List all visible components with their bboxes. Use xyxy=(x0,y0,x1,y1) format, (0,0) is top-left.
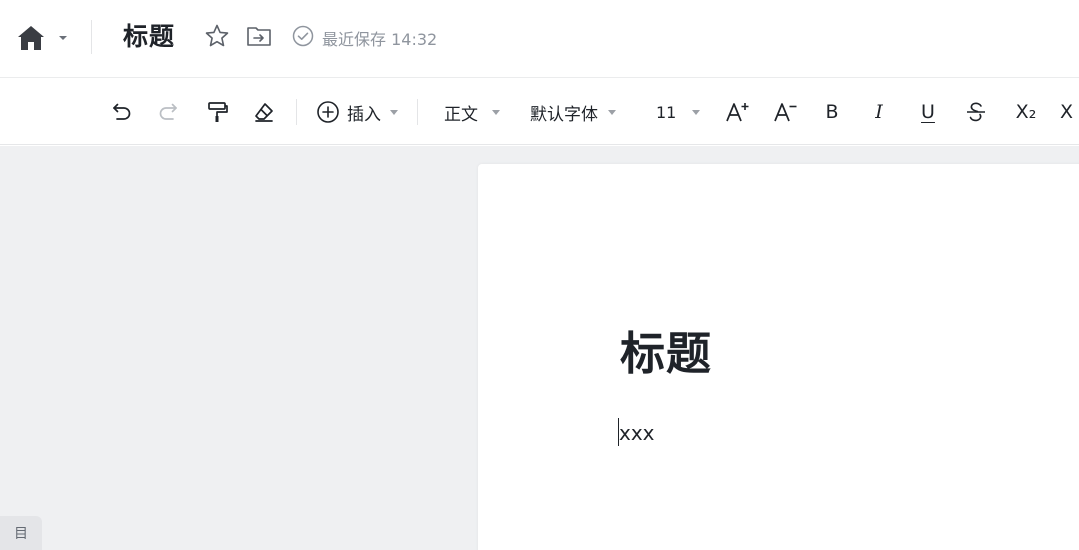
paragraph-style-dropdown[interactable]: 正文 xyxy=(444,97,510,127)
redo-button[interactable] xyxy=(154,97,184,127)
font-family-dropdown[interactable]: 默认字体 xyxy=(530,97,630,127)
increase-font-size-button[interactable] xyxy=(724,97,752,127)
outline-label: 目 xyxy=(14,526,28,542)
underline-label: U xyxy=(921,101,935,123)
font-size-dropdown[interactable]: 11 xyxy=(656,97,706,127)
document-heading[interactable]: 标题 xyxy=(620,324,712,384)
saved-check-icon xyxy=(292,25,314,51)
title-divider xyxy=(91,20,92,54)
toolbar-separator xyxy=(417,99,418,125)
strikethrough-button[interactable] xyxy=(963,97,989,127)
star-icon xyxy=(204,23,230,53)
move-to-button[interactable] xyxy=(245,24,273,52)
document-title[interactable]: 标题 xyxy=(123,19,175,55)
superscript-button[interactable]: X xyxy=(1060,97,1079,127)
title-bar: 标题 最近保存 14:32 xyxy=(0,0,1079,78)
undo-icon xyxy=(109,101,133,123)
font-family-value: 默认字体 xyxy=(530,104,598,125)
editor-workspace: 标题 xxx 目 xyxy=(0,146,1079,550)
undo-button[interactable] xyxy=(106,97,136,127)
subscript-label: X₂ xyxy=(1015,101,1037,123)
toolbar-separator xyxy=(296,99,297,125)
subscript-button[interactable]: X₂ xyxy=(1012,97,1040,127)
save-status-text: 最近保存 14:32 xyxy=(322,30,438,49)
font-size-increase-icon xyxy=(725,100,751,124)
format-painter-icon xyxy=(205,100,229,124)
underline-button[interactable]: U xyxy=(915,97,941,127)
document-page[interactable]: 标题 xxx xyxy=(478,164,1079,550)
home-menu-button[interactable] xyxy=(16,22,74,54)
chevron-down-icon xyxy=(492,109,500,115)
chevron-down-icon xyxy=(58,34,68,42)
font-size-value: 11 xyxy=(656,102,677,122)
bold-label: B xyxy=(825,101,839,123)
clear-format-button[interactable] xyxy=(249,97,279,127)
home-icon xyxy=(16,24,46,52)
insert-menu-button[interactable]: 插入 xyxy=(316,97,402,127)
format-painter-button[interactable] xyxy=(202,97,232,127)
formatting-toolbar: 插入 正文 默认字体 11 B I U X₂ X xyxy=(0,79,1079,145)
insert-label: 插入 xyxy=(347,104,381,125)
italic-button[interactable]: I xyxy=(866,97,892,127)
eraser-icon xyxy=(252,100,276,124)
outline-toggle-button[interactable]: 目 xyxy=(0,516,42,550)
document-paragraph[interactable]: xxx xyxy=(619,418,655,448)
font-size-decrease-icon xyxy=(773,100,799,124)
chevron-down-icon xyxy=(390,109,398,115)
decrease-font-size-button[interactable] xyxy=(772,97,800,127)
redo-icon xyxy=(157,101,181,123)
paragraph-style-value: 正文 xyxy=(444,104,478,125)
italic-label: I xyxy=(875,101,883,123)
superscript-label: X xyxy=(1060,101,1074,123)
save-status: 最近保存 14:32 xyxy=(292,24,437,52)
favorite-button[interactable] xyxy=(202,24,232,52)
bold-button[interactable]: B xyxy=(819,97,845,127)
chevron-down-icon xyxy=(608,109,616,115)
move-to-folder-icon xyxy=(246,24,272,52)
plus-circle-icon xyxy=(316,100,340,124)
strikethrough-icon xyxy=(965,100,987,124)
chevron-down-icon xyxy=(692,109,701,115)
